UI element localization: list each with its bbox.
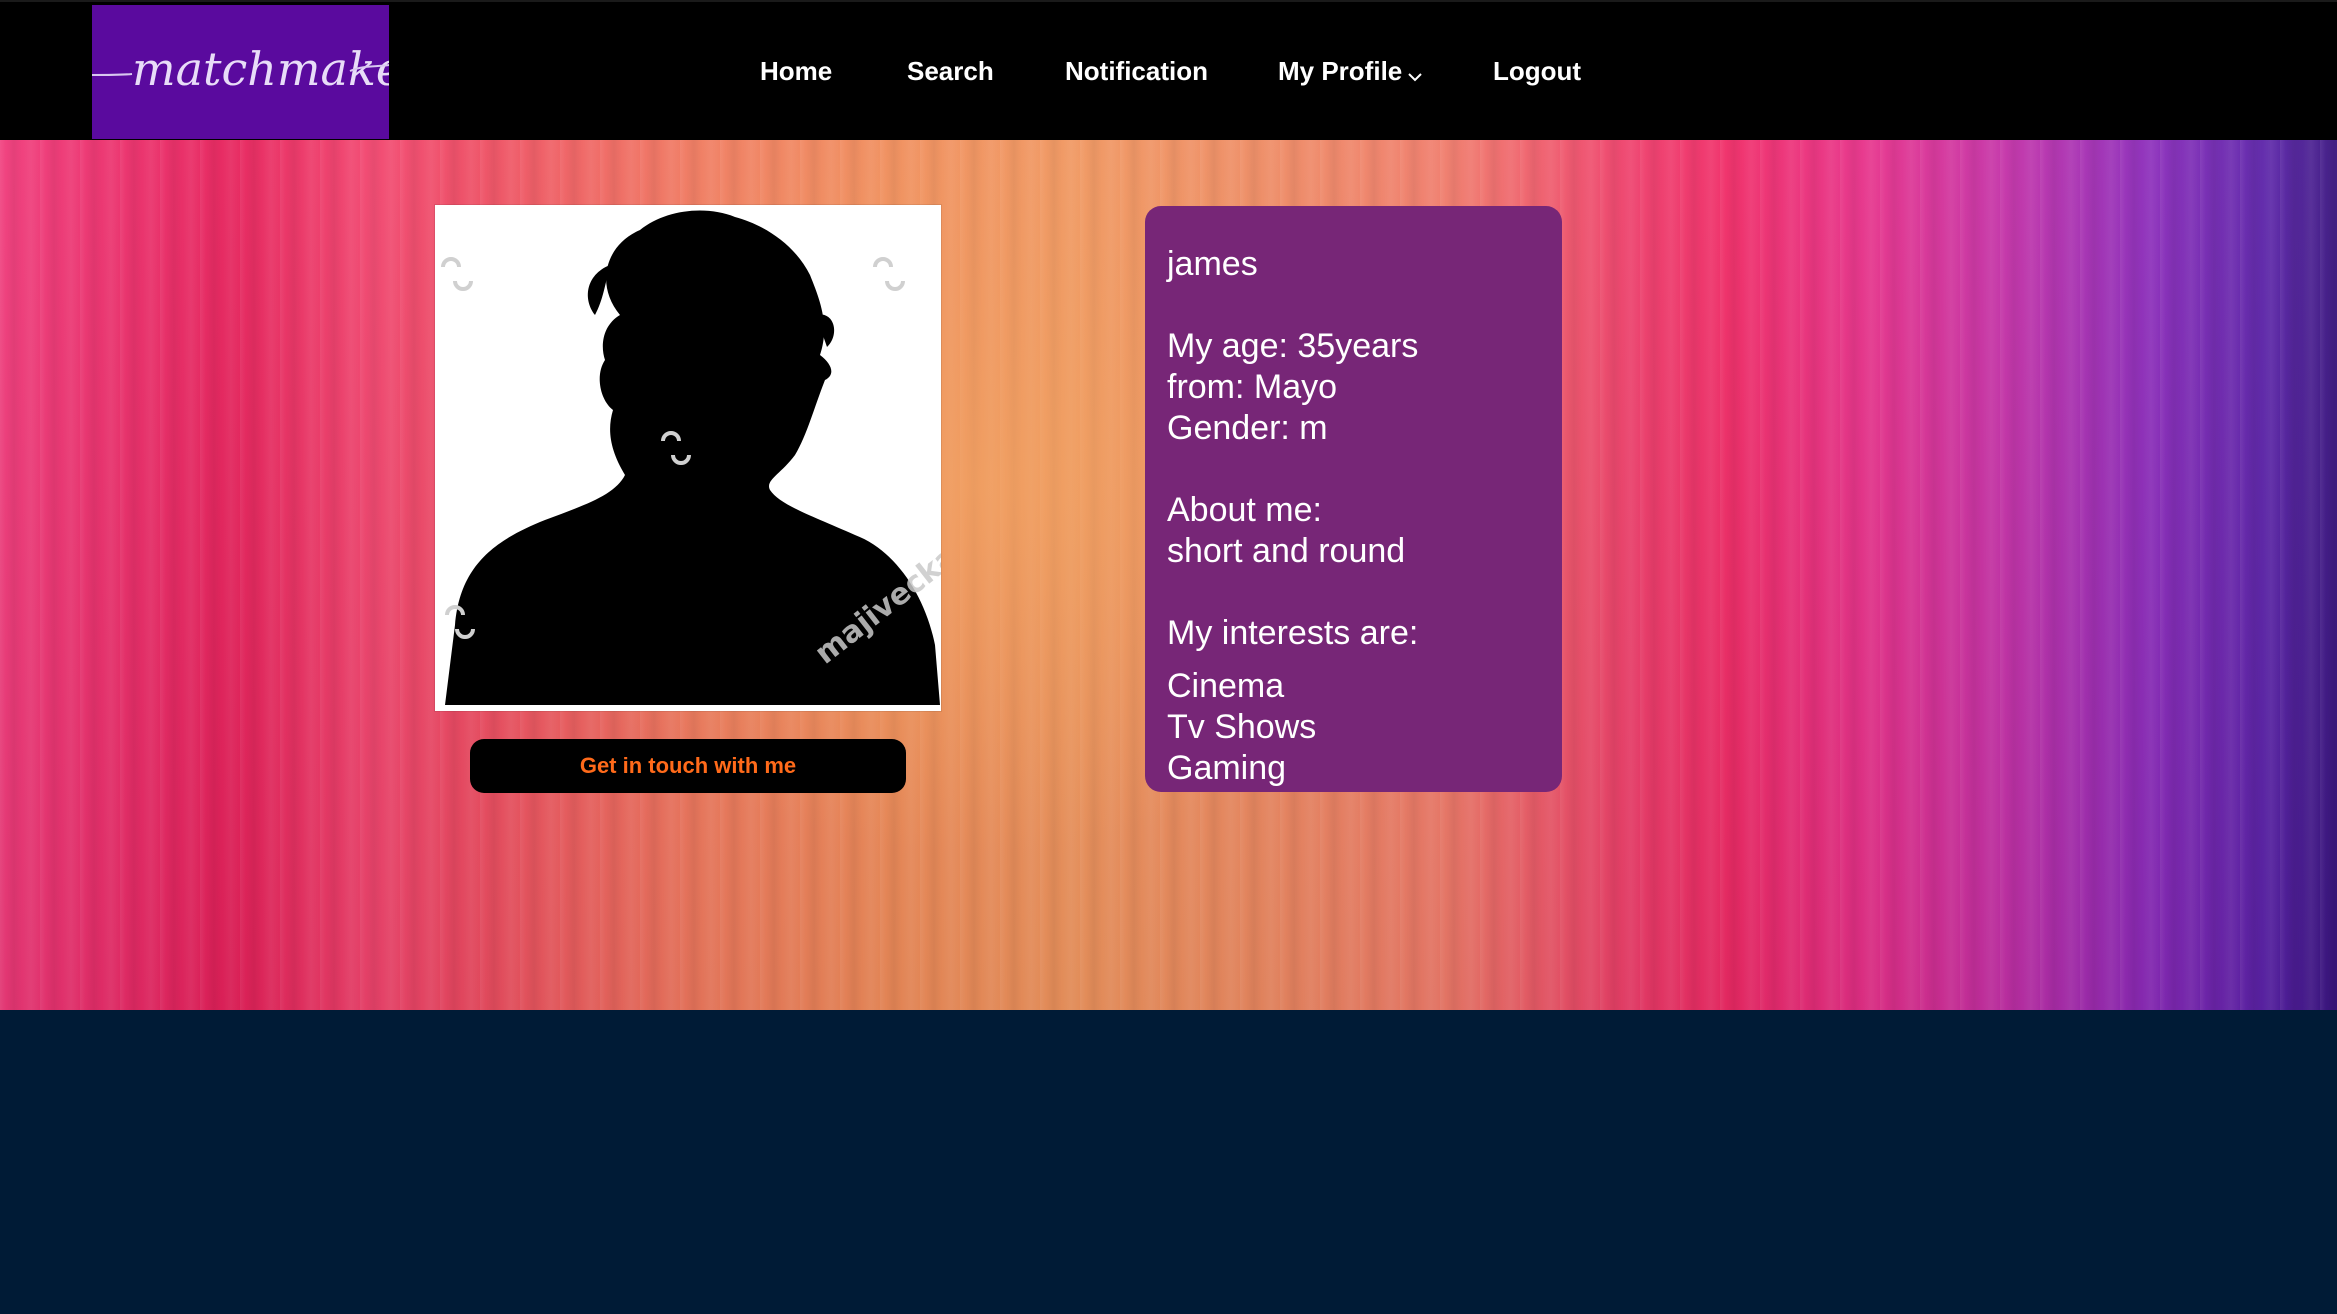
profile-info-card: james My age: 35years from: Mayo Gender:… — [1145, 206, 1562, 792]
profile-age: My age: 35years — [1167, 327, 1419, 365]
about-label: About me: — [1167, 491, 1322, 529]
chevron-down-icon — [1408, 55, 1422, 91]
nav-home[interactable]: Home — [760, 53, 832, 89]
interest-item: Cinema — [1167, 667, 1285, 705]
nav-notification[interactable]: Notification — [1065, 53, 1208, 89]
interests-label: My interests are: — [1167, 614, 1419, 652]
interest-item: Gaming — [1167, 749, 1287, 787]
profile-gender: Gender: m — [1167, 409, 1328, 447]
main-nav: Home Search Notification My Profile Logo… — [0, 2, 2337, 142]
get-in-touch-button[interactable]: Get in touch with me — [470, 739, 906, 793]
top-navbar: matchmaker Home Search Notification My P… — [0, 0, 2337, 140]
profile-photo: majivecka — [435, 205, 941, 711]
nav-my-profile-label: My Profile — [1278, 56, 1403, 86]
profile-name: james — [1167, 245, 1258, 283]
profile-from: from: Mayo — [1167, 368, 1338, 406]
person-silhouette-icon: majivecka — [435, 205, 941, 711]
interest-item: Tv Shows — [1167, 708, 1317, 746]
about-text: short and round — [1167, 532, 1406, 570]
interests-list: Cinema Tv Shows Gaming — [1167, 666, 1562, 789]
page-footer — [0, 1010, 2337, 1314]
nav-logout[interactable]: Logout — [1493, 53, 1581, 89]
nav-search[interactable]: Search — [907, 53, 994, 89]
nav-my-profile[interactable]: My Profile — [1278, 53, 1422, 91]
